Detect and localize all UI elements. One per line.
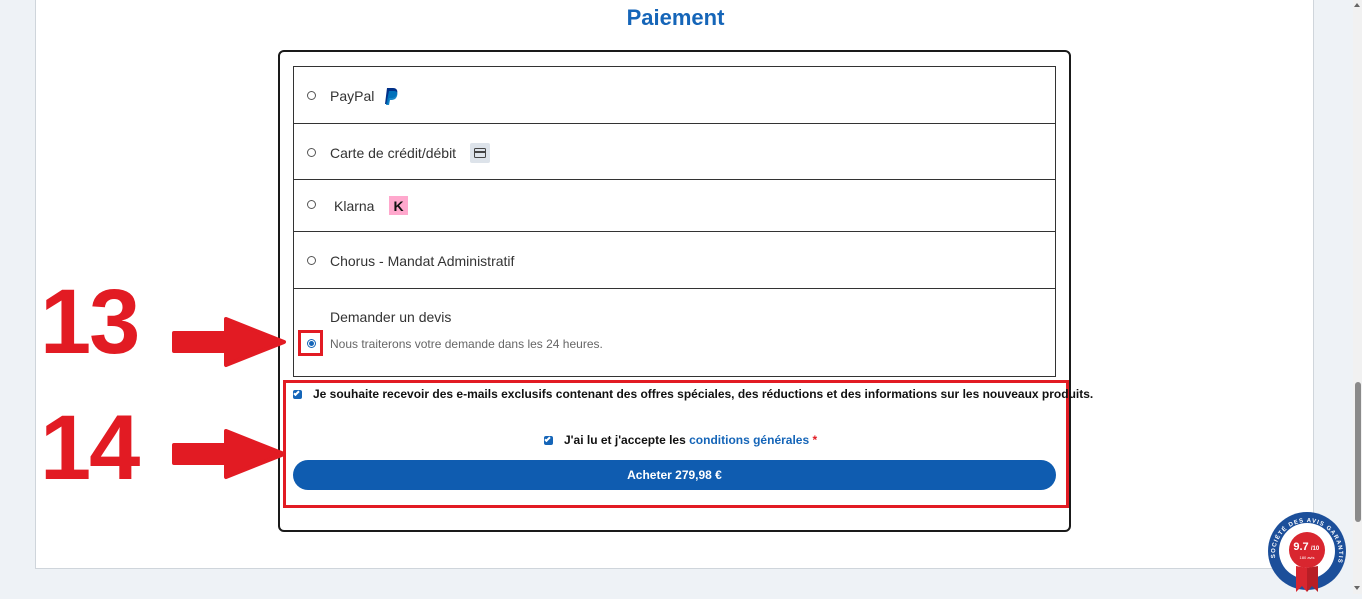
annotation-highlight-13 bbox=[298, 330, 323, 356]
scrollbar-thumb[interactable] bbox=[1355, 382, 1361, 522]
payment-option-chorus[interactable]: Chorus - Mandat Administratif bbox=[294, 232, 1055, 289]
newsletter-checkbox[interactable] bbox=[293, 390, 302, 399]
buy-button[interactable]: Acheter 279,98 € bbox=[293, 460, 1056, 490]
badge-score: 9.7 bbox=[1293, 541, 1308, 553]
payment-option-quote[interactable]: Demander un devis Nous traiterons votre … bbox=[294, 289, 1055, 376]
payment-option-label: Klarna bbox=[334, 198, 375, 214]
terms-prefix: J'ai lu et j'accepte les bbox=[564, 433, 690, 447]
credit-card-icon bbox=[470, 143, 490, 163]
payment-option-label: Chorus - Mandat Administratif bbox=[330, 253, 515, 269]
annotation-number-14: 14 bbox=[40, 397, 140, 499]
payment-option-paypal[interactable]: PayPal bbox=[294, 67, 1055, 124]
reviews-badge[interactable]: 9.7 /10 180 avis SOCIÉTÉ DES AVIS GARANT… bbox=[1266, 510, 1348, 594]
annotation-number-13: 13 bbox=[40, 271, 140, 373]
chorus-radio[interactable] bbox=[307, 256, 316, 265]
klarna-icon: K bbox=[389, 196, 408, 215]
scroll-down-icon[interactable] bbox=[1354, 586, 1360, 590]
quote-description: Nous traiterons votre demande dans les 2… bbox=[330, 337, 603, 351]
scroll-up-icon[interactable] bbox=[1354, 3, 1360, 7]
payment-option-label: PayPal bbox=[330, 88, 375, 104]
card-radio[interactable] bbox=[307, 148, 316, 157]
paypal-radio[interactable] bbox=[307, 91, 316, 100]
klarna-radio[interactable] bbox=[307, 200, 316, 209]
badge-reviews: 180 avis bbox=[1300, 555, 1315, 560]
paypal-icon bbox=[383, 86, 401, 106]
page-scrollbar[interactable] bbox=[1353, 0, 1362, 594]
terms-link[interactable]: conditions générales bbox=[689, 433, 809, 447]
badge-scale: /10 bbox=[1311, 546, 1320, 552]
payment-section-title: Paiement bbox=[626, 5, 725, 30]
terms-checkbox[interactable] bbox=[544, 436, 553, 445]
annotation-arrow-13 bbox=[172, 317, 286, 367]
required-mark: * bbox=[812, 433, 818, 447]
payment-option-klarna[interactable]: Klarna K bbox=[294, 180, 1055, 232]
terms-label: J'ai lu et j'accepte les conditions géné… bbox=[564, 433, 817, 447]
payment-option-label: Demander un devis bbox=[330, 309, 452, 325]
newsletter-label: Je souhaite recevoir des e-mails exclusi… bbox=[313, 387, 1094, 401]
payment-option-card[interactable]: Carte de crédit/débit bbox=[294, 124, 1055, 180]
annotation-arrow-14 bbox=[172, 429, 286, 479]
payment-methods-list: PayPal Carte de crédit/débit Klarna K Ch… bbox=[293, 66, 1056, 377]
payment-option-label: Carte de crédit/débit bbox=[330, 145, 457, 161]
